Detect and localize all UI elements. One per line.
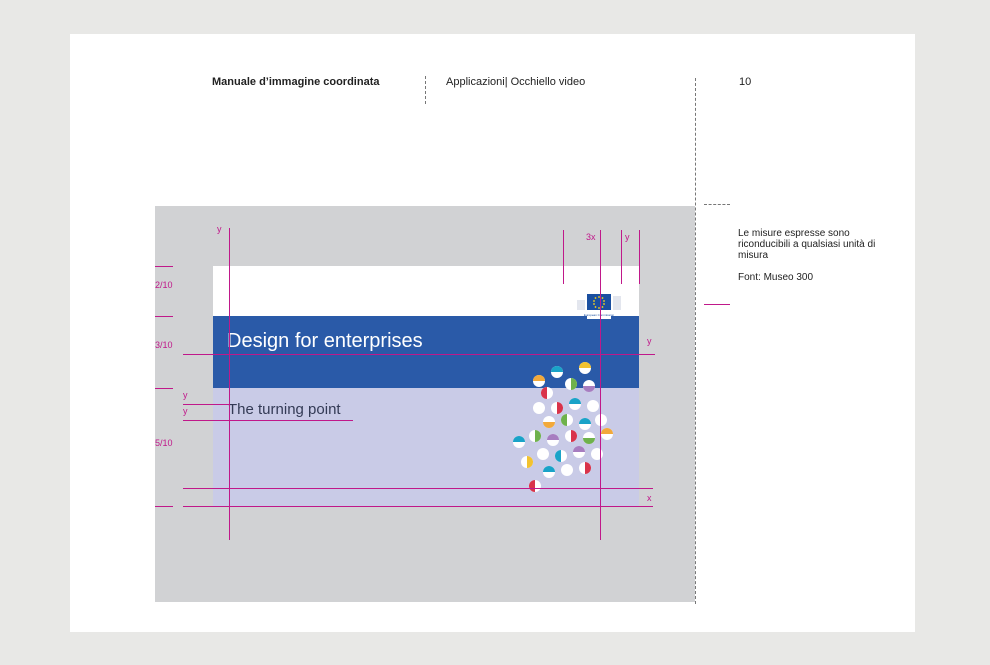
label-y-sub1: y (183, 390, 188, 400)
label-y-title: y (647, 336, 652, 346)
label-y-sub2: y (183, 406, 188, 416)
header-divider (425, 76, 426, 104)
note-dash (704, 204, 730, 205)
section-title: Applicazioni| Occhiello video (446, 76, 586, 88)
video-stage: Design for enterprises The turning point… (155, 206, 695, 602)
confetti-dots-graphic (513, 362, 613, 492)
note-guide (704, 304, 730, 305)
tick-bottom (155, 506, 173, 507)
label-ratio-mid: 3/10 (155, 340, 173, 350)
european-commission-logo: European Commission (577, 294, 621, 319)
slide-subtitle: The turning point (228, 401, 341, 418)
label-y-right: y (625, 232, 630, 242)
guide-y-right (639, 230, 640, 284)
page-number: 10 (739, 76, 752, 88)
label-y-top: y (217, 224, 222, 234)
measures-note: Le misure espresse sono riconducibili a … (738, 228, 876, 261)
guide-bottom (183, 506, 653, 507)
tick-blue-bottom (155, 388, 173, 389)
label-x: x (647, 493, 652, 503)
guide-dots-edge (600, 230, 601, 540)
guide-sub-top (183, 404, 229, 405)
manual-title: Manuale d’immagine coordinata (212, 76, 380, 88)
slide-title: Design for enterprises (227, 330, 423, 352)
guide-sub-baseline (183, 420, 353, 421)
guide-y-left (621, 230, 622, 284)
label-3x: 3x (586, 232, 596, 242)
font-note: Font: Museo 300 (738, 272, 814, 283)
column-divider (695, 78, 696, 604)
label-ratio-bottom: 5/10 (155, 438, 173, 448)
manual-page: Manuale d’immagine coordinata Applicazio… (70, 34, 915, 632)
guide-left-margin (229, 228, 230, 540)
guide-title-baseline (183, 354, 655, 355)
tick-top (155, 266, 173, 267)
tick-blue-top (155, 316, 173, 317)
label-ratio-top: 2/10 (155, 280, 173, 290)
guide-3x-left (563, 230, 564, 284)
guide-bottom-x (183, 488, 653, 489)
